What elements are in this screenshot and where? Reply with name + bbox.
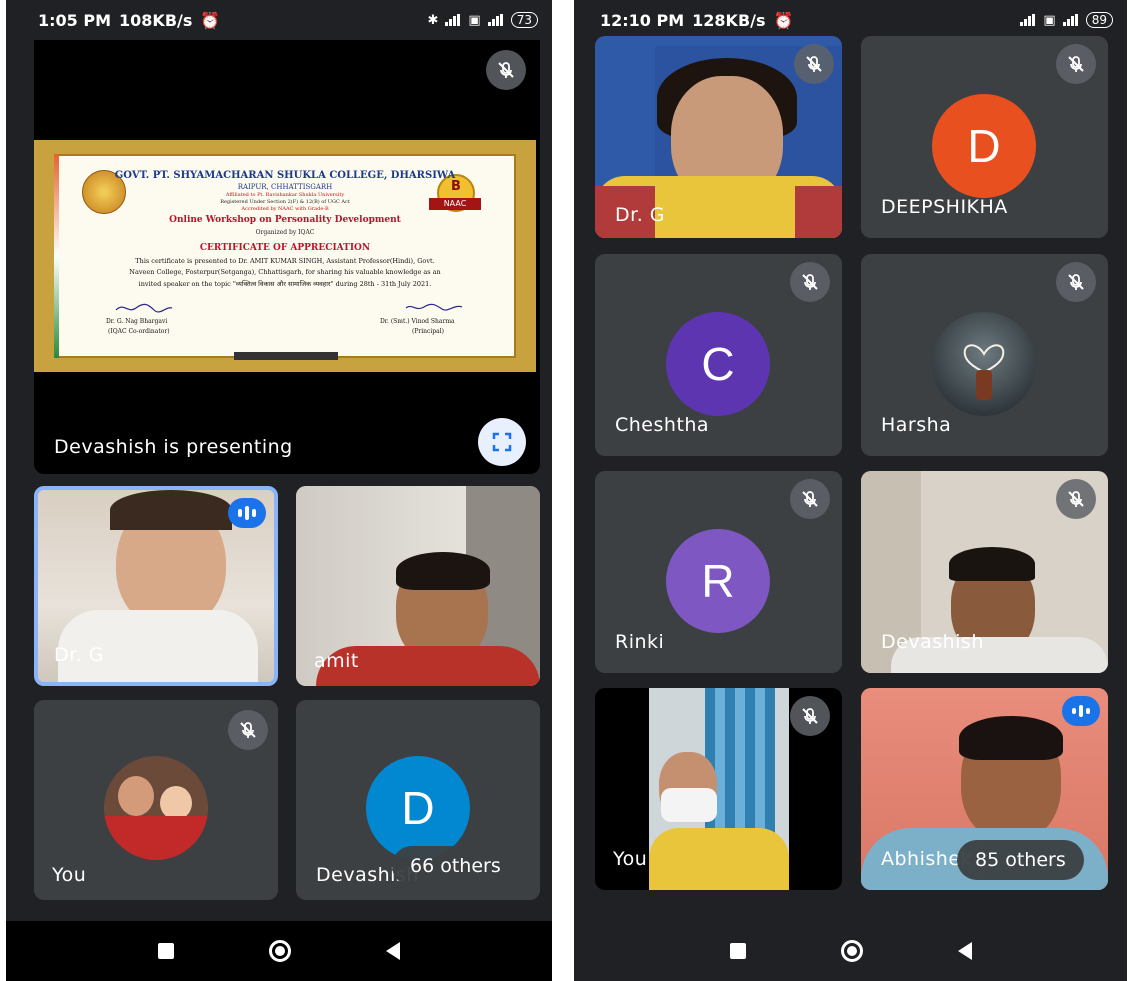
participant-name: Cheshtha xyxy=(615,414,710,436)
bluetooth-icon: ✱ xyxy=(427,12,439,28)
cert-heading: CERTIFICATE OF APPRECIATION xyxy=(199,243,371,253)
participant-tile-cheshtha[interactable]: C Cheshtha xyxy=(595,254,842,456)
cert-affil-3: Accredited by NAAC with Grade-B xyxy=(241,206,329,212)
signature-1 xyxy=(115,303,173,313)
avatar: D xyxy=(932,94,1036,198)
presenting-label: Devashish is presenting xyxy=(54,436,293,458)
cert-city: RAIPUR, CHHATTISGARH xyxy=(237,183,333,191)
avatar: R xyxy=(666,529,770,633)
speaking-indicator-icon xyxy=(1062,696,1100,726)
cert-body-2: Naveen College, Fosterpur(Setganga), Chh… xyxy=(129,268,441,276)
participant-tile-you[interactable]: You xyxy=(34,700,278,900)
cert-affil-1: Affiliated to Pt. Ravishankar Shukla Uni… xyxy=(225,192,345,198)
muted-mic-icon xyxy=(790,479,830,519)
shared-certificate: B NAAC GOVT. PT. SHYAMACHARAN SHUKLA COL… xyxy=(34,140,536,372)
cert-sig1-role: (IQAC Co-ordinator) xyxy=(108,328,170,335)
participant-tile-devashish[interactable]: Devashish xyxy=(861,471,1108,673)
muted-mic-icon xyxy=(486,50,526,90)
home-icon[interactable] xyxy=(840,940,863,962)
participant-tile-devashish[interactable]: D Devashish 66 others xyxy=(296,700,540,900)
speaking-indicator-icon xyxy=(228,498,266,528)
right-phone-screen: 12:10 PM 128KB/s ⏰ ▣ 89 Dr. G D DEEPSHIK… xyxy=(574,0,1127,981)
volte-icon: ▣ xyxy=(1043,12,1056,28)
avatar: D xyxy=(366,756,470,860)
battery-icon: 73 xyxy=(510,12,538,28)
alarm-icon: ⏰ xyxy=(200,10,221,30)
participant-name: Harsha xyxy=(881,414,952,436)
signal-icon xyxy=(1020,14,1036,26)
muted-mic-icon xyxy=(794,44,834,84)
muted-mic-icon xyxy=(1056,479,1096,519)
status-speed: 108KB/s xyxy=(119,10,193,30)
participant-name: Dr. G xyxy=(54,644,104,666)
signal-4g-icon xyxy=(487,14,504,26)
cert-sig2-name: Dr. (Smt.) Vinod Sharma xyxy=(380,318,455,325)
left-phone-screen: 1:05 PM 108KB/s ⏰ ✱ ▣ 73 Devashish is pr… xyxy=(6,0,552,981)
muted-mic-icon xyxy=(790,262,830,302)
participant-tile-deepshikha[interactable]: D DEEPSHIKHA xyxy=(861,36,1108,238)
alarm-icon: ⏰ xyxy=(773,10,794,30)
status-time: 12:10 PM xyxy=(600,10,685,30)
status-speed: 128KB/s xyxy=(692,10,766,30)
fullscreen-button[interactable] xyxy=(478,418,526,466)
back-icon[interactable] xyxy=(386,942,400,960)
status-time: 1:05 PM xyxy=(38,10,112,30)
signature-2 xyxy=(405,303,463,311)
cert-workshop: Online Workshop on Personality Developme… xyxy=(169,215,401,225)
cert-organized: Organized by IQAC xyxy=(255,229,315,236)
participant-clothes xyxy=(649,828,789,890)
battery-icon: 89 xyxy=(1085,12,1113,28)
others-count-button[interactable]: 85 others xyxy=(957,840,1084,880)
participant-tile-dr-g[interactable]: Dr. G xyxy=(595,36,842,238)
cert-sig1-name: Dr. G. Nag Bhargavi xyxy=(106,318,168,325)
cert-body-1: This certificate is presented to Dr. AMI… xyxy=(135,257,435,265)
participant-tile-amit[interactable]: amit xyxy=(296,486,540,686)
volte-icon: ▣ xyxy=(468,12,481,28)
participant-name: Rinki xyxy=(615,631,665,653)
participant-hair xyxy=(959,716,1063,760)
cert-college: GOVT. PT. SHYAMACHARAN SHUKLA COLLEGE, D… xyxy=(114,170,456,181)
back-icon[interactable] xyxy=(957,942,972,960)
cert-body-3: invited speaker on the topic "व्यक्तित्व… xyxy=(138,280,432,288)
participant-tile-dr-g[interactable]: Dr. G xyxy=(34,486,278,686)
recents-icon[interactable] xyxy=(158,943,174,959)
signal-4g-icon xyxy=(1062,14,1079,26)
muted-mic-icon xyxy=(790,696,830,736)
participant-name: Devashish xyxy=(881,631,984,653)
participant-tile-harsha[interactable]: Harsha xyxy=(861,254,1108,456)
others-count-button[interactable]: 66 others xyxy=(392,846,519,886)
navigation-bar xyxy=(6,921,552,981)
navigation-bar xyxy=(574,921,1127,981)
status-bar: 1:05 PM 108KB/s ⏰ ✱ ▣ 73 xyxy=(6,0,552,40)
participant-hair xyxy=(949,547,1035,581)
participant-name: Dr. G xyxy=(615,204,665,226)
cert-affil-2: Registered Under Section 2(F) & 12(B) of… xyxy=(220,199,350,205)
participant-name: amit xyxy=(314,650,359,672)
home-icon[interactable] xyxy=(269,940,291,962)
fullscreen-icon xyxy=(492,432,512,452)
muted-mic-icon xyxy=(1056,44,1096,84)
face-mask xyxy=(661,788,717,822)
avatar xyxy=(932,312,1036,416)
participant-tile-abhishek[interactable]: Abhishek 85 others xyxy=(861,688,1108,890)
avatar xyxy=(104,756,208,860)
cert-footer-bar xyxy=(234,352,338,360)
cert-sig2-role: (Principal) xyxy=(412,328,444,335)
heart-icon xyxy=(963,344,1005,400)
participant-tile-you[interactable]: You xyxy=(595,688,842,890)
participant-hair xyxy=(396,552,490,590)
signal-icon xyxy=(445,14,461,26)
muted-mic-icon xyxy=(228,710,268,750)
participant-hair xyxy=(110,490,232,530)
muted-mic-icon xyxy=(1056,262,1096,302)
participant-name: DEEPSHIKHA xyxy=(881,196,1008,218)
status-bar: 12:10 PM 128KB/s ⏰ ▣ 89 xyxy=(574,0,1127,40)
avatar: C xyxy=(666,312,770,416)
participant-name: You xyxy=(52,864,87,886)
participant-tile-rinki[interactable]: R Rinki xyxy=(595,471,842,673)
participant-name: You xyxy=(613,848,648,870)
recents-icon[interactable] xyxy=(729,943,746,959)
